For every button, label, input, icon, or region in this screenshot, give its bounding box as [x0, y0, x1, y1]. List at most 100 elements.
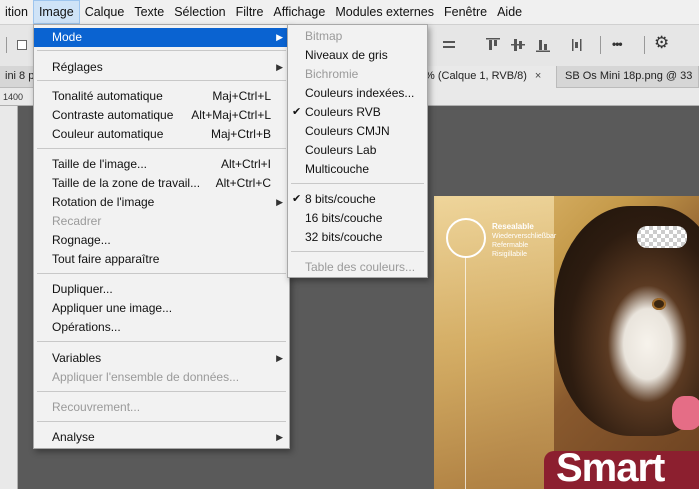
transparency-checker	[637, 226, 687, 248]
menu-separator	[37, 391, 286, 392]
document-image[interactable]: Resealable Wiederverschließbar Refermabl…	[434, 196, 699, 489]
image-menu-dropdown: Mode ▶ Réglages ▶ Tonalité automatique M…	[33, 24, 290, 449]
menu-separator	[37, 341, 286, 342]
menu-item-label: Bitmap	[305, 29, 343, 43]
dog-eye	[652, 298, 666, 310]
menu-item-label: Bichromie	[305, 67, 359, 81]
menu-item-label: 16 bits/couche	[305, 211, 383, 225]
menu-item-label: Couleurs indexées...	[305, 86, 415, 100]
reseal-text: Resealable Wiederverschließbar Refermabl…	[492, 222, 556, 259]
document-tab[interactable]: SB Os Mini 18p.png @ 33	[560, 66, 699, 88]
menu-item-mode[interactable]: Mode ▶	[34, 28, 289, 47]
menu-item-label: Couleurs RVB	[305, 105, 381, 119]
menu-item-recadrer: Recadrer	[34, 212, 289, 231]
mode-item-couleurs-lab[interactable]: Couleurs Lab	[288, 141, 427, 160]
menu-item-label: Niveaux de gris	[305, 48, 388, 62]
menu-item-label: Taille de l'image...	[52, 157, 148, 171]
menu-item-analyse[interactable]: Analyse ▶	[34, 428, 289, 447]
checkmark-icon: ✔	[292, 106, 302, 118]
menu-item-operations[interactable]: Opérations...	[34, 318, 289, 337]
menu-item-label: 8 bits/couche	[305, 192, 376, 206]
menu-item-recouvrement: Recouvrement...	[34, 398, 289, 417]
options-divider	[6, 37, 7, 53]
menu-separator	[37, 273, 286, 274]
menu-fenetre[interactable]: Fenêtre	[439, 0, 492, 24]
gear-icon[interactable]: ⚙	[654, 33, 669, 53]
options-divider	[644, 36, 645, 54]
mode-item-multicouche[interactable]: Multicouche	[288, 160, 427, 179]
mode-item-bichromie: Bichromie	[288, 65, 427, 84]
mode-item-couleurs-rvb[interactable]: ✔ Couleurs RVB	[288, 103, 427, 122]
menu-item-reglages[interactable]: Réglages ▶	[34, 58, 289, 77]
menu-item-taille-zone[interactable]: Taille de la zone de travail... Alt+Ctrl…	[34, 174, 289, 193]
menu-item-label: Contraste automatique	[52, 108, 174, 122]
mode-item-couleurs-cmjn[interactable]: Couleurs CMJN	[288, 122, 427, 141]
menu-item-contraste-auto[interactable]: Contraste automatique Alt+Maj+Ctrl+L	[34, 106, 289, 125]
menu-item-label: Dupliquer...	[52, 282, 113, 296]
menu-item-shortcut: Maj+Ctrl+L	[212, 89, 271, 103]
more-options-icon[interactable]: •••	[612, 37, 623, 51]
menu-filtre[interactable]: Filtre	[231, 0, 269, 24]
menu-item-label: Tonalité automatique	[52, 89, 163, 103]
menu-item-label: Rotation de l'image	[52, 195, 155, 209]
menu-item-label: Couleur automatique	[52, 127, 164, 141]
menu-item-shortcut: Alt+Ctrl+C	[215, 176, 271, 190]
menu-item-label: Appliquer une image...	[52, 301, 173, 315]
menu-item-dupliquer[interactable]: Dupliquer...	[34, 280, 289, 299]
mode-item-16-bits[interactable]: 16 bits/couche	[288, 209, 427, 228]
package-line	[465, 256, 466, 489]
distribute-icon[interactable]	[568, 36, 586, 57]
dog-tongue	[672, 396, 699, 430]
menu-item-shortcut: Alt+Maj+Ctrl+L	[191, 108, 271, 122]
menu-item-label: Couleurs CMJN	[305, 124, 390, 138]
checkbox-icon[interactable]	[17, 40, 27, 50]
align-bottom-icon[interactable]	[534, 36, 552, 57]
menu-edition[interactable]: ition	[0, 0, 33, 24]
menu-item-appliquer-image[interactable]: Appliquer une image...	[34, 299, 289, 318]
mode-item-8-bits[interactable]: ✔ 8 bits/couche	[288, 190, 427, 209]
menu-bar: ition Image Calque Texte Sélection Filtr…	[0, 0, 699, 24]
menu-modules-externes[interactable]: Modules externes	[330, 0, 439, 24]
align-center-icon[interactable]	[440, 36, 458, 57]
mode-item-32-bits[interactable]: 32 bits/couche	[288, 228, 427, 247]
menu-separator	[37, 421, 286, 422]
menu-item-rognage[interactable]: Rognage...	[34, 231, 289, 250]
align-top-icon[interactable]	[484, 36, 502, 57]
submenu-arrow-icon: ▶	[276, 432, 283, 442]
menu-texte[interactable]: Texte	[129, 0, 169, 24]
menu-item-rotation[interactable]: Rotation de l'image ▶	[34, 193, 289, 212]
menu-calque[interactable]: Calque	[80, 0, 130, 24]
brand-logo: Smart	[556, 446, 665, 489]
menu-item-shortcut: Maj+Ctrl+B	[210, 127, 271, 141]
menu-image[interactable]: Image	[32, 0, 80, 24]
submenu-arrow-icon: ▶	[276, 197, 283, 207]
align-middle-icon[interactable]	[509, 36, 527, 57]
menu-item-shortcut: Alt+Ctrl+I	[220, 157, 271, 171]
tab-label: % (Calque 1, RVB/8)	[425, 70, 527, 82]
menu-separator	[291, 183, 424, 184]
menu-separator	[37, 50, 286, 51]
document-tab-active[interactable]: % (Calque 1, RVB/8) ×	[420, 66, 557, 88]
menu-separator	[37, 80, 286, 81]
menu-item-label: Table des couleurs...	[305, 260, 416, 274]
menu-item-tonalite-auto[interactable]: Tonalité automatique Maj+Ctrl+L	[34, 87, 289, 106]
menu-item-couleur-auto[interactable]: Couleur automatique Maj+Ctrl+B	[34, 125, 289, 144]
reseal-line: Wiederverschließbar	[492, 233, 557, 240]
checkmark-icon: ✔	[292, 193, 302, 205]
menu-aide[interactable]: Aide	[492, 0, 527, 24]
menu-item-label: Recadrer	[52, 214, 102, 228]
menu-item-label: Variables	[52, 351, 102, 365]
menu-selection[interactable]: Sélection	[169, 0, 230, 24]
mode-item-couleurs-indexees[interactable]: Couleurs indexées...	[288, 84, 427, 103]
menu-item-label: Opérations...	[52, 320, 121, 334]
mode-item-table-couleurs: Table des couleurs...	[288, 258, 427, 277]
close-icon[interactable]: ×	[535, 70, 541, 82]
menu-item-variables[interactable]: Variables ▶	[34, 349, 289, 368]
menu-item-taille-image[interactable]: Taille de l'image... Alt+Ctrl+I	[34, 155, 289, 174]
menu-item-label: 32 bits/couche	[305, 230, 383, 244]
menu-item-label: Multicouche	[305, 162, 370, 176]
reseal-line: Risigillabile	[492, 251, 528, 258]
mode-item-niveaux-gris[interactable]: Niveaux de gris	[288, 46, 427, 65]
menu-item-tout-faire-apparaitre[interactable]: Tout faire apparaître	[34, 250, 289, 269]
menu-affichage[interactable]: Affichage	[268, 0, 330, 24]
